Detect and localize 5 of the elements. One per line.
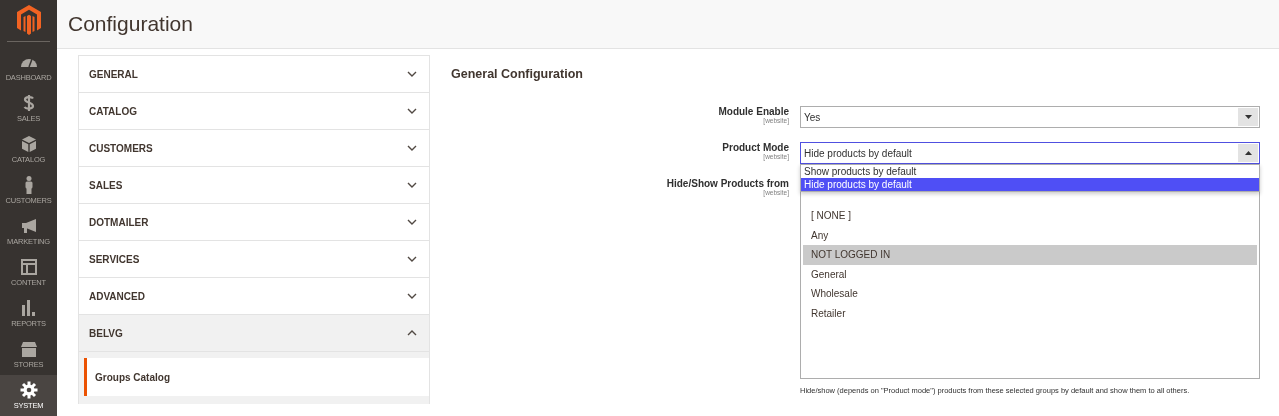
field-label: Hide/Show Products from <box>666 178 789 189</box>
page-title: Configuration <box>68 12 193 36</box>
field-label: Module Enable <box>718 106 789 117</box>
section-title: General Configuration <box>451 67 584 81</box>
field-label: Product Mode <box>722 142 789 153</box>
